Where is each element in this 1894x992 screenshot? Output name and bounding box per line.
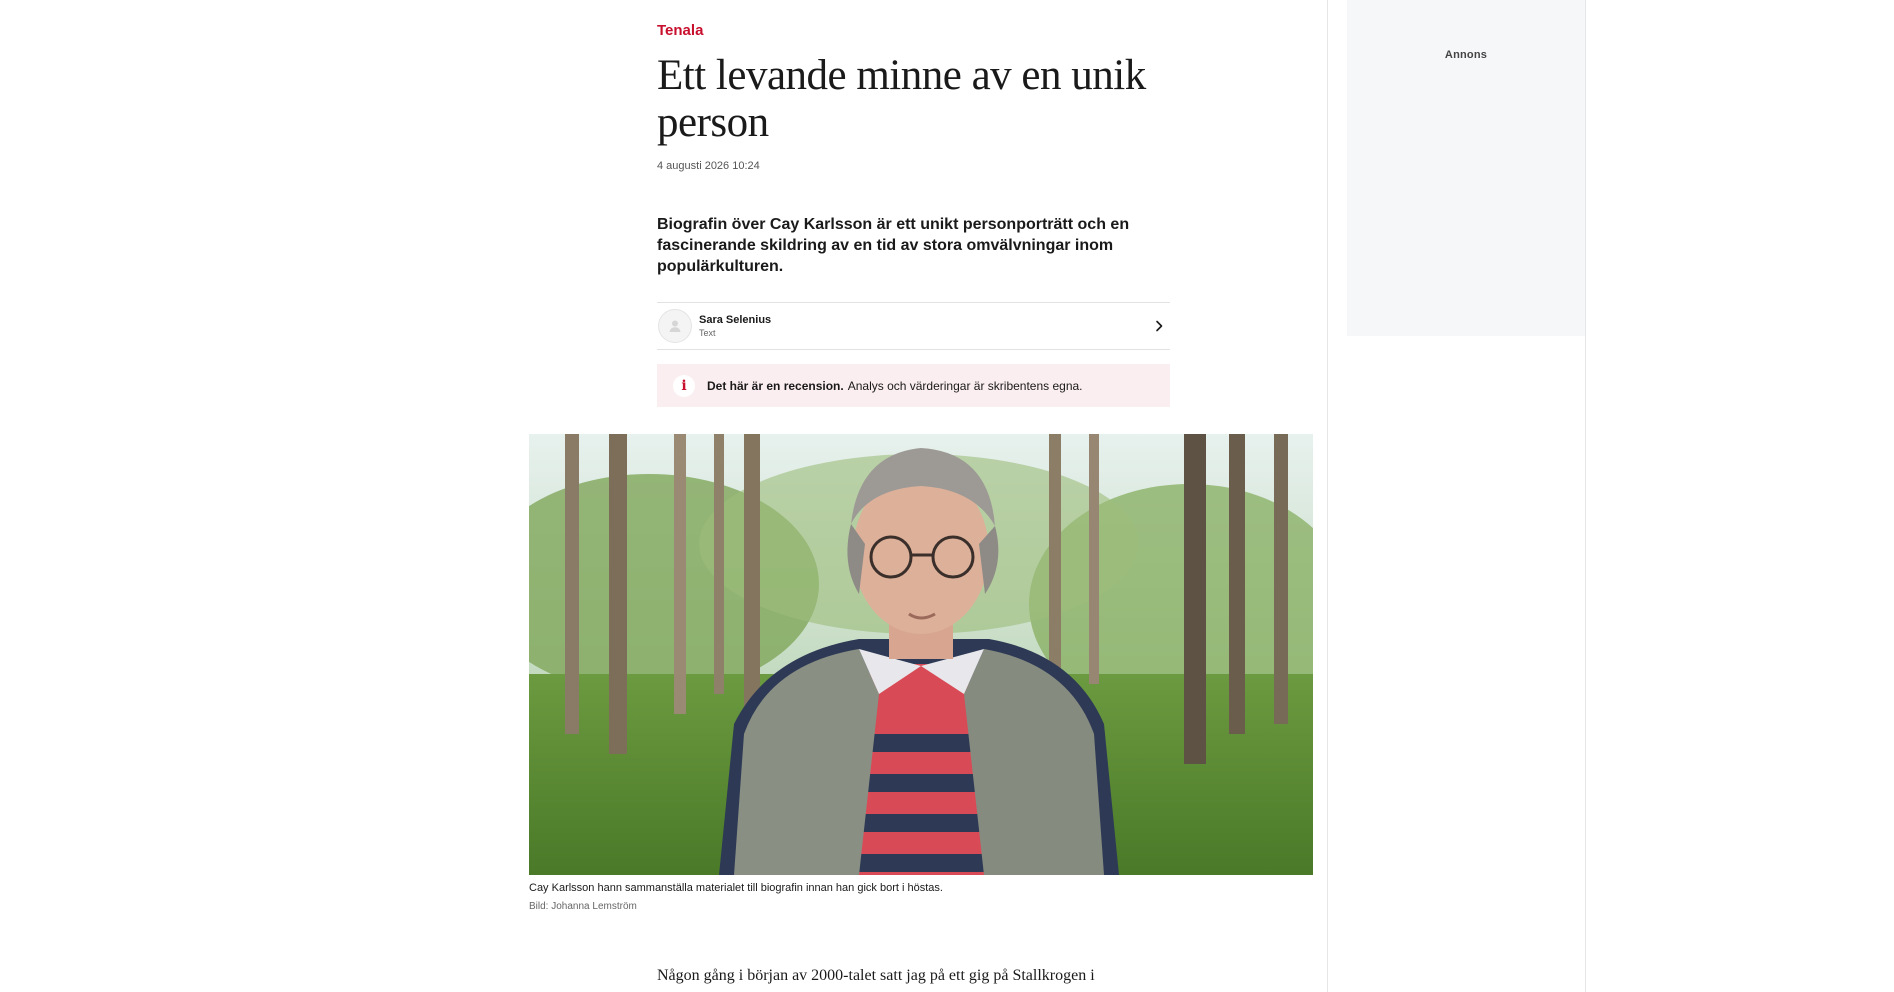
- hero-image[interactable]: [529, 434, 1313, 875]
- notice-text: Analys och värderingar är skribentens eg…: [847, 378, 1083, 393]
- publish-date: 4 augusti 2026 10:24: [657, 160, 760, 172]
- user-icon: [658, 309, 692, 343]
- review-notice: i Det här är en recension. Analys och vä…: [657, 364, 1170, 407]
- page: Annons Tenala Ett levande minne av en un…: [0, 0, 1894, 992]
- image-caption: Cay Karlsson hann sammanställa materiale…: [529, 882, 943, 894]
- article-headline: Ett levande minne av en unik person: [657, 52, 1146, 146]
- author-info: Sara Selenius Text: [699, 313, 771, 339]
- article-lead: Biografin över Cay Karlsson är ett unikt…: [657, 216, 1130, 275]
- author-name: Sara Selenius: [699, 314, 772, 326]
- author-byline[interactable]: Sara Selenius Text: [657, 302, 1170, 350]
- column-divider-right: [1585, 0, 1586, 992]
- image-credit: Bild: Johanna Lemström: [529, 901, 637, 912]
- info-icon: i: [673, 374, 695, 397]
- ad-slot[interactable]: Annons: [1347, 0, 1585, 336]
- article-body-paragraph: Någon gång i början av 2000-talet satt j…: [657, 967, 1095, 984]
- notice-bold-text: Det här är en recension.: [707, 378, 844, 393]
- section-kicker-link[interactable]: Tenala: [657, 22, 703, 39]
- hero-photo-illustration: [529, 434, 1313, 875]
- ad-label: Annons: [1444, 49, 1488, 61]
- chevron-right-icon[interactable]: [1154, 320, 1164, 332]
- author-role: Text: [699, 328, 716, 338]
- column-divider: [1327, 0, 1328, 992]
